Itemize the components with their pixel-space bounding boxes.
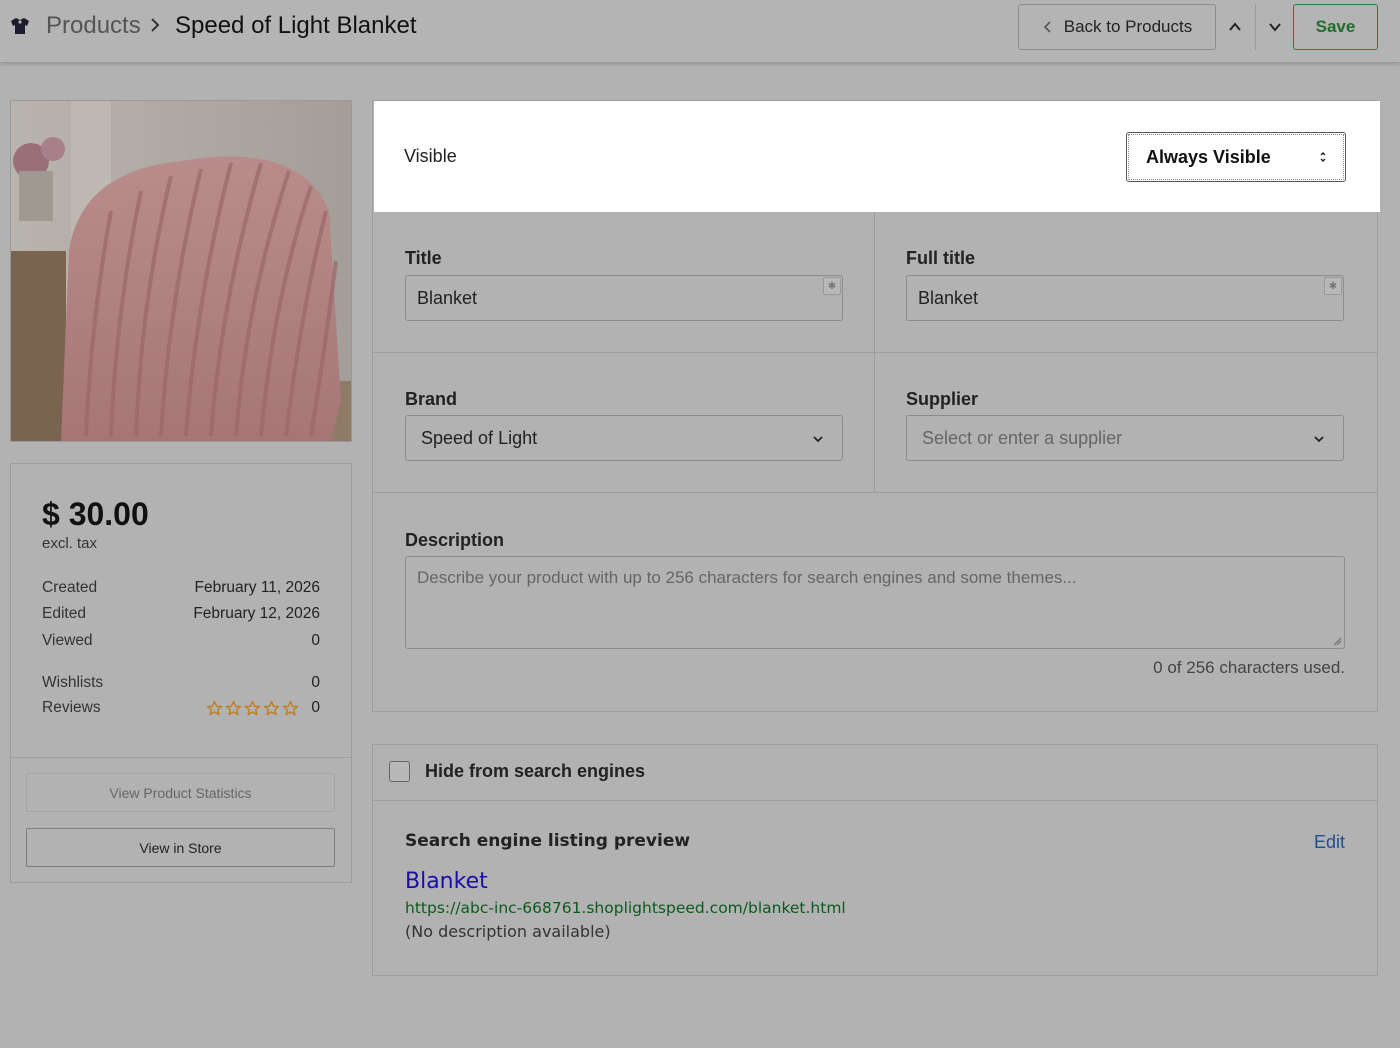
- divider: [373, 352, 1377, 353]
- search-preview-description: (No description available): [405, 922, 611, 941]
- stat-value: February 12, 2026: [193, 605, 320, 622]
- review-stars: [206, 700, 299, 717]
- product-price: $ 30.00: [42, 496, 149, 532]
- search-preview-url: https://abc-inc-668761.shoplightspeed.co…: [405, 899, 846, 917]
- stat-row-edited: Edited February 12, 2026: [42, 605, 320, 623]
- stat-label: Viewed: [42, 632, 93, 649]
- brand-select-value: Speed of Light: [421, 427, 538, 448]
- product-stats-card: $ 30.00 excl. tax Created February 11, 2…: [10, 463, 352, 883]
- title-label: Title: [405, 248, 442, 268]
- stat-value: 0: [311, 699, 320, 716]
- divider: [373, 800, 1377, 801]
- stat-row-created: Created February 11, 2026: [42, 579, 320, 597]
- stat-value: 0: [311, 632, 320, 649]
- view-in-store-button[interactable]: View in Store: [26, 828, 335, 867]
- stat-row-wishlists: Wishlists 0: [42, 674, 320, 692]
- visibility-label: Visible: [404, 146, 457, 166]
- stat-label: Wishlists: [42, 674, 104, 691]
- supplier-label: Supplier: [906, 389, 979, 409]
- divider: [373, 492, 1377, 493]
- next-product-button[interactable]: [1255, 4, 1293, 50]
- description-placeholder: Describe your product with up to 256 cha…: [417, 568, 1077, 587]
- search-preview-title[interactable]: Blanket: [405, 869, 488, 894]
- seo-edit-link[interactable]: Edit: [1314, 832, 1345, 853]
- back-to-products-label: Back to Products: [1063, 17, 1193, 36]
- breadcrumb-products[interactable]: Products: [46, 12, 141, 40]
- star-icon: [207, 700, 223, 715]
- full-title-label: Full title: [906, 248, 975, 268]
- description-textarea[interactable]: Describe your product with up to 256 cha…: [405, 556, 1345, 649]
- stat-row-viewed: Viewed 0: [42, 632, 320, 650]
- translate-icon[interactable]: ✱: [1324, 277, 1342, 295]
- supplier-select-placeholder: Select or enter a supplier: [922, 427, 1123, 448]
- chevron-right-icon: [151, 18, 160, 32]
- hide-from-search-checkbox[interactable]: [389, 761, 410, 782]
- back-to-products-button[interactable]: Back to Products: [1018, 4, 1216, 50]
- blanket-photo: [11, 101, 351, 441]
- stat-value: 0: [311, 674, 320, 691]
- supplier-select[interactable]: Select or enter a supplier: [906, 415, 1344, 461]
- save-button[interactable]: Save: [1293, 4, 1378, 50]
- visibility-select[interactable]: Always Visible: [1126, 132, 1346, 182]
- stat-label: Created: [42, 579, 98, 596]
- star-icon: [264, 700, 280, 715]
- chevron-down-icon: [1268, 23, 1281, 32]
- reviews-value: 0: [206, 699, 320, 717]
- visibility-select-value: Always Visible: [1146, 146, 1271, 167]
- brand-label: Brand: [405, 389, 458, 409]
- description-label: Description: [405, 530, 505, 550]
- hide-from-search-label[interactable]: Hide from search engines: [425, 761, 645, 782]
- divider: [11, 757, 351, 758]
- previous-product-button[interactable]: [1216, 4, 1254, 50]
- chevron-left-icon: [1043, 21, 1051, 33]
- full-title-input-value: Blanket: [918, 287, 979, 308]
- price-tax-note: excl. tax: [42, 535, 98, 552]
- description-char-count: 0 of 256 characters used.: [1153, 658, 1345, 677]
- product-image[interactable]: [10, 100, 352, 442]
- stat-row-reviews: Reviews 0: [42, 699, 320, 717]
- brand-select[interactable]: Speed of Light: [405, 415, 843, 461]
- resize-grip-icon[interactable]: [1332, 636, 1342, 646]
- star-icon: [226, 700, 242, 715]
- visibility-row: Visible Always Visible: [374, 101, 1380, 212]
- top-bar: Products Speed of Light Blanket Back to …: [0, 0, 1400, 62]
- translate-icon[interactable]: ✱: [823, 277, 841, 295]
- title-input[interactable]: Blanket ✱: [405, 275, 843, 321]
- stat-value: February 11, 2026: [194, 579, 320, 596]
- chevron-down-icon: [813, 436, 823, 443]
- select-updown-icon: [1320, 152, 1326, 162]
- chevron-up-icon: [1229, 22, 1241, 31]
- stat-label: Edited: [42, 605, 86, 622]
- search-preview-heading: Search engine listing preview: [405, 831, 691, 851]
- title-input-value: Blanket: [417, 287, 478, 308]
- stat-label: Reviews: [42, 699, 101, 716]
- breadcrumb-current-page: Speed of Light Blanket: [175, 12, 417, 39]
- lightspeed-logo-icon[interactable]: [8, 14, 32, 38]
- star-icon: [283, 700, 299, 715]
- chevron-down-icon: [1314, 436, 1324, 443]
- star-icon: [245, 700, 261, 715]
- full-title-input[interactable]: Blanket ✱: [906, 275, 1344, 321]
- view-product-statistics-button[interactable]: View Product Statistics: [26, 773, 335, 812]
